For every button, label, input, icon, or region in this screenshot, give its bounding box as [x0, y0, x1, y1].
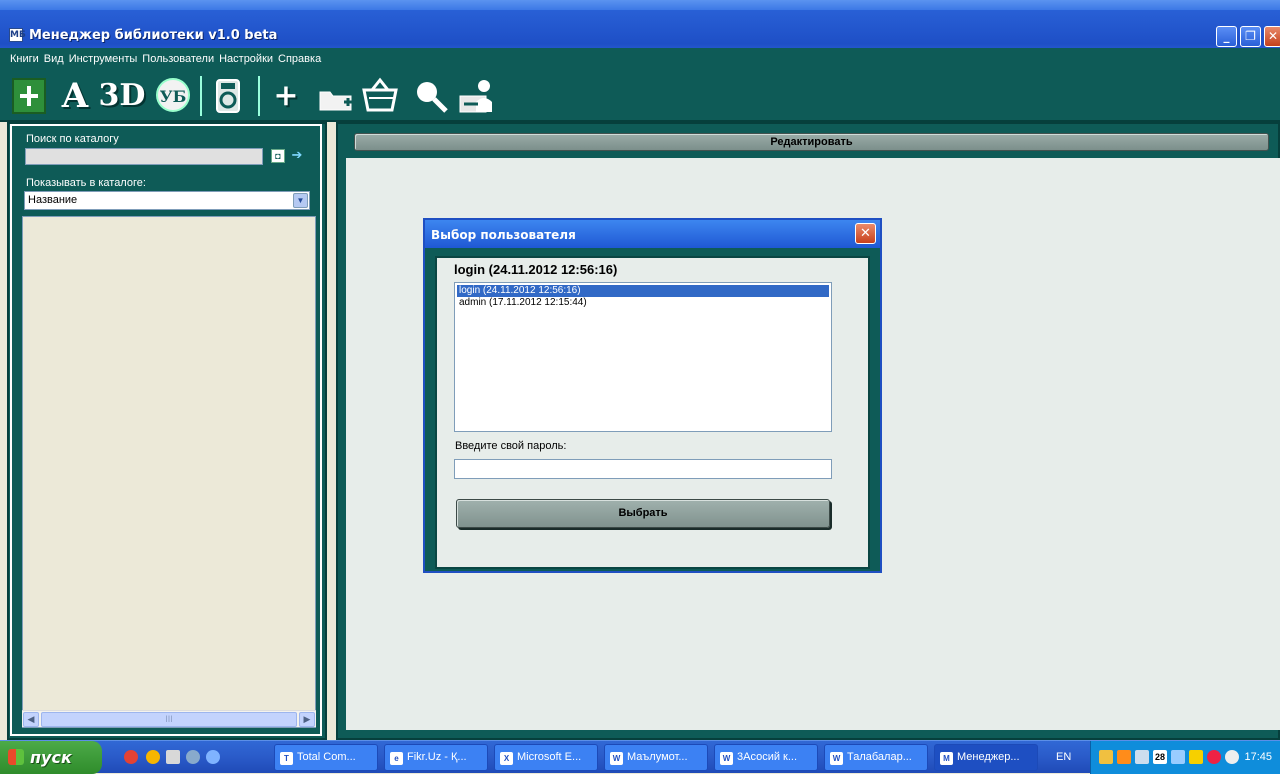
author-icon[interactable]: A: [60, 76, 90, 116]
restore-icon[interactable]: ❐: [1240, 26, 1261, 47]
edit-button[interactable]: Редактировать: [354, 133, 1269, 151]
task-library-manager[interactable]: M Менеджер...: [934, 744, 1038, 771]
mb-icon: M: [940, 752, 953, 765]
toolbar-separator: [258, 76, 260, 116]
go-arrow-icon[interactable]: ➔: [290, 148, 304, 163]
close-icon[interactable]: ✕: [1264, 26, 1280, 47]
chrome-icon[interactable]: [124, 750, 138, 764]
menu-item-books[interactable]: Книги: [10, 53, 39, 65]
dialog-title: Выбор пользователя: [425, 220, 880, 248]
catalog-grid-icon[interactable]: [12, 78, 46, 114]
calendar-icon[interactable]: 28: [1153, 750, 1167, 764]
choose-button[interactable]: Выбрать: [456, 499, 830, 528]
search-input[interactable]: [25, 148, 263, 165]
background-window-title: [0, 0, 1280, 10]
display-icon[interactable]: [1135, 750, 1149, 764]
catalog-list[interactable]: [22, 216, 316, 728]
word-icon: W: [830, 752, 843, 765]
menu-item-settings[interactable]: Настройки: [219, 53, 273, 65]
menu-item-tools[interactable]: Инструменты: [69, 53, 138, 65]
start-button[interactable]: пуск: [0, 741, 102, 774]
taskbar: пуск T Total Com... e Fikr.Uz - Қ... X M…: [0, 740, 1280, 774]
disk-icon[interactable]: [208, 76, 250, 116]
clock[interactable]: 17:45: [1244, 751, 1272, 763]
show-in-catalog-value: Название: [28, 194, 78, 206]
horizontal-scrollbar[interactable]: ◀ III ▶: [22, 710, 316, 727]
scroll-right-icon[interactable]: ▶: [299, 712, 315, 727]
search-button-icon[interactable]: ◘: [271, 149, 285, 163]
antivirus-icon[interactable]: [1207, 750, 1221, 764]
volume-icon[interactable]: [1189, 750, 1203, 764]
toolbar-separator: [200, 76, 202, 116]
window-title: Менеджер библиотеки v1.0 beta: [29, 28, 278, 43]
badge-icon[interactable]: УБ: [156, 78, 190, 112]
password-field[interactable]: [454, 459, 832, 479]
task-microsoft-excel[interactable]: X Microsoft E...: [494, 744, 598, 771]
menu-item-help[interactable]: Справка: [278, 53, 321, 65]
password-label: Введите свой пароль:: [455, 440, 567, 452]
user-export-icon[interactable]: [456, 76, 498, 116]
update-icon[interactable]: [1117, 750, 1131, 764]
task-talabalar[interactable]: W Талабалар...: [824, 744, 928, 771]
user-list[interactable]: login (24.11.2012 12:56:16) admin (17.11…: [454, 282, 832, 432]
show-in-catalog-label: Показывать в каталоге:: [26, 177, 146, 189]
task-asosiy[interactable]: W 3Асосий к...: [714, 744, 818, 771]
add-icon[interactable]: +: [268, 76, 304, 116]
mb-icon[interactable]: MБ: [9, 28, 26, 42]
system-tray: 28 17:45: [1090, 741, 1280, 774]
menu-bar: Книги Вид Инструменты Пользователи Настр…: [0, 48, 1280, 70]
menu-item-users[interactable]: Пользователи: [142, 53, 214, 65]
total-commander-icon: T: [280, 752, 293, 765]
word-icon: W: [610, 752, 623, 765]
task-fikr-uz[interactable]: e Fikr.Uz - Қ...: [384, 744, 488, 771]
windows-flag-icon: [8, 749, 24, 765]
language-indicator[interactable]: EN: [1056, 751, 1071, 763]
menu-item-view[interactable]: Вид: [44, 53, 64, 65]
close-icon[interactable]: ✕: [855, 223, 876, 244]
toolbar: A 3D УБ +: [0, 70, 1280, 122]
start-label: пуск: [30, 748, 72, 767]
list-item[interactable]: admin (17.11.2012 12:15:44): [457, 297, 829, 309]
task-total-commander[interactable]: T Total Com...: [274, 744, 378, 771]
network-icon[interactable]: [1099, 750, 1113, 764]
minimize-icon[interactable]: _: [1216, 26, 1237, 47]
device-icon[interactable]: [166, 750, 180, 764]
ie-icon[interactable]: [206, 750, 220, 764]
scroll-thumb[interactable]: III: [41, 712, 297, 727]
basket-icon[interactable]: [360, 76, 402, 116]
search-label: Поиск по каталогу: [26, 133, 119, 145]
word-icon: W: [720, 752, 733, 765]
ie-icon: e: [390, 752, 403, 765]
excel-icon: X: [500, 752, 513, 765]
chevron-down-icon[interactable]: ▼: [293, 193, 308, 208]
scroll-left-icon[interactable]: ◀: [23, 712, 39, 727]
search-icon[interactable]: [410, 76, 452, 116]
settings-icon[interactable]: [146, 750, 160, 764]
folder-add-icon[interactable]: [316, 76, 358, 116]
media-icon[interactable]: [186, 750, 200, 764]
list-item[interactable]: login (24.11.2012 12:56:16): [457, 285, 829, 297]
3d-icon[interactable]: 3D: [92, 76, 152, 116]
title-bar: MБ Менеджер библиотеки v1.0 beta _ ❐ ✕: [0, 0, 1280, 48]
current-user-heading: login (24.11.2012 12:56:16): [454, 262, 618, 277]
speaker-icon[interactable]: [1171, 750, 1185, 764]
cloud-icon[interactable]: [1225, 750, 1239, 764]
show-in-catalog-select[interactable]: Название ▼: [24, 191, 310, 210]
task-malumot[interactable]: W Маълумот...: [604, 744, 708, 771]
